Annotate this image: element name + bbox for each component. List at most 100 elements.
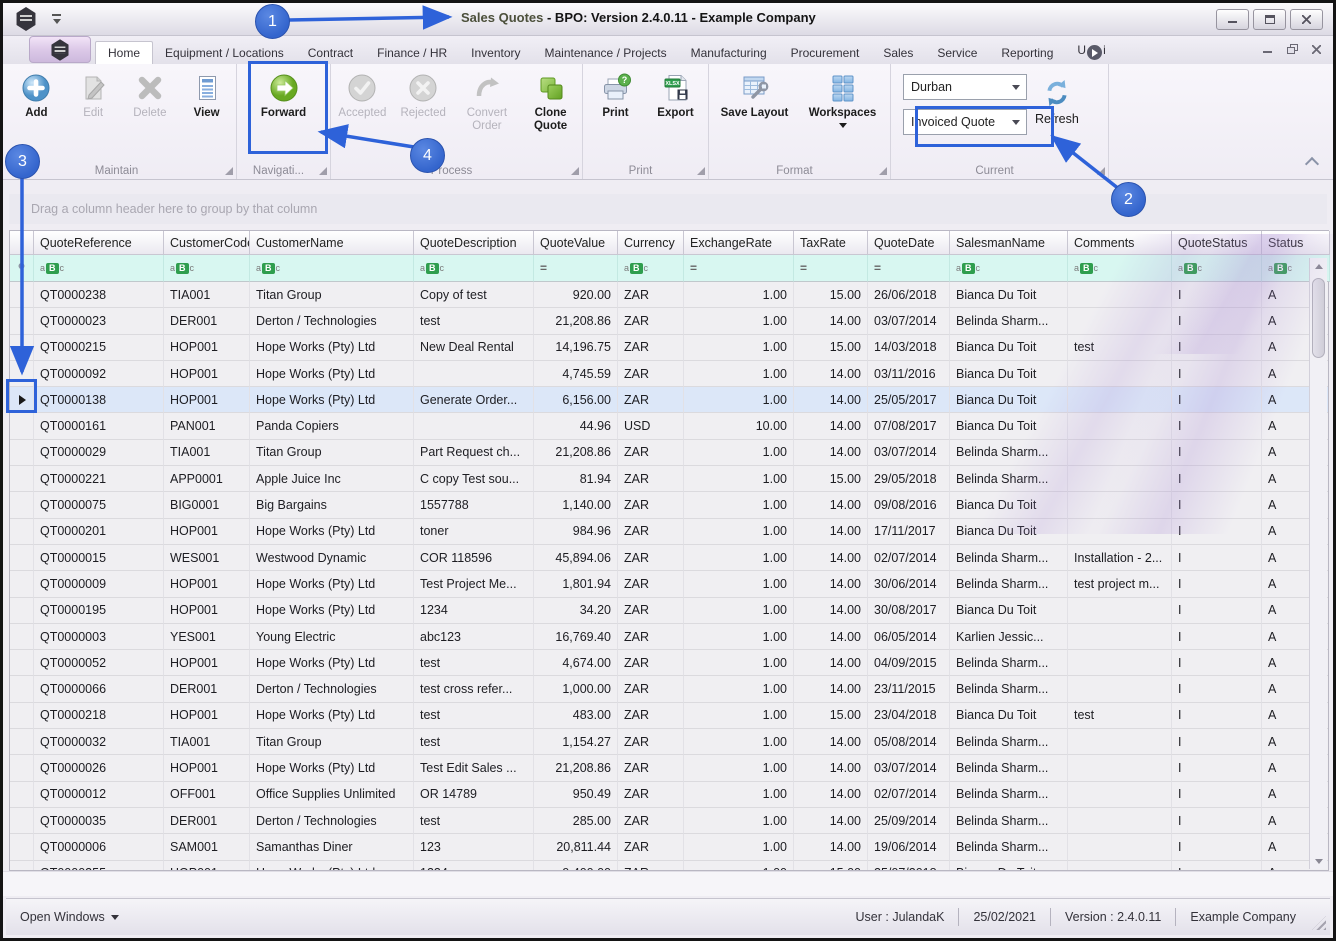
row-indicator-cell[interactable] [10,650,34,677]
grid-cell-QuoteReference[interactable]: QT0000161 [34,413,164,440]
grid-cell-TaxRate[interactable]: 15.00 [794,466,868,493]
grid-cell-SalesmanName[interactable]: Belinda Sharm... [950,466,1068,493]
grid-cell-ExchangeRate[interactable]: 1.00 [684,334,794,361]
grid-cell-QuoteValue[interactable]: 81.94 [534,466,618,493]
grid-cell-SalesmanName[interactable]: Bianca Du Toit [950,387,1068,414]
grid-cell-SalesmanName[interactable]: Bianca Du Toit [950,702,1068,730]
grid-cell-Comments[interactable] [1068,781,1172,808]
grid-cell-QuoteValue[interactable]: 1,154.27 [534,729,618,756]
grid-cell-QuoteStatus[interactable]: I [1172,360,1262,388]
grid-cell-CustomerCode[interactable]: SAM001 [164,834,250,861]
grid-cell-QuoteDescription[interactable]: Test Edit Sales ... [414,755,534,782]
table-row[interactable]: QT0000012 OFF001 Office Supplies Unlimited… [10,781,1328,808]
row-indicator-cell[interactable] [10,439,34,467]
grid-cell-CustomerName[interactable]: Panda Copiers [250,413,414,440]
grid-cell-QuoteDate[interactable]: 05/08/2014 [868,729,950,756]
grid-cell-QuoteReference[interactable]: QT0000195 [34,597,164,624]
tab-finance-hr[interactable]: Finance / HR [365,41,459,64]
row-indicator-cell[interactable] [10,334,34,361]
grid-cell-SalesmanName[interactable]: Bianca Du Toit [950,413,1068,440]
grid-cell-Currency[interactable]: ZAR [618,623,684,651]
grid-cell-TaxRate[interactable]: 15.00 [794,702,868,730]
ribbon-restore-button[interactable] [1287,44,1298,54]
tab-maintenance-projects[interactable]: Maintenance / Projects [533,41,679,64]
grid-cell-Comments[interactable] [1068,282,1172,309]
table-row[interactable]: QT0000035 DER001 Derton / Technologies test… [10,807,1328,835]
grid-cell-QuoteDate[interactable]: 14/03/2018 [868,334,950,361]
grid-cell-QuoteDescription[interactable]: test [414,702,534,730]
grid-cell-QuoteValue[interactable]: 1,801.94 [534,571,618,598]
grid-cell-Currency[interactable]: ZAR [618,492,684,519]
row-indicator-cell[interactable] [10,676,34,703]
column-header-CustomerCode[interactable]: CustomerCode [164,231,250,255]
grid-cell-SalesmanName[interactable]: Belinda Sharm... [950,650,1068,677]
grid-cell-Comments[interactable] [1068,650,1172,677]
table-row[interactable]: QT0000092 HOP001 Hope Works (Pty) Ltd 4,745… [10,360,1328,388]
refresh-button[interactable]: Refresh [1035,74,1079,135]
grid-cell-QuoteStatus[interactable]: I [1172,334,1262,361]
grid-cell-QuoteDescription[interactable]: 1234 [414,597,534,624]
grid-cell-SalesmanName[interactable]: Bianca Du Toit [950,597,1068,624]
grid-cell-CustomerCode[interactable]: APP0001 [164,466,250,493]
grid-cell-CustomerCode[interactable]: HOP001 [164,387,250,414]
grid-cell-QuoteValue[interactable]: 950.49 [534,781,618,808]
grid-cell-Comments[interactable] [1068,360,1172,388]
grid-cell-ExchangeRate[interactable]: 1.00 [684,571,794,598]
tab-utilities[interactable]: Ui [1065,38,1117,65]
grid-cell-CustomerName[interactable]: Hope Works (Pty) Ltd [250,755,414,782]
grid-cell-CustomerCode[interactable]: HOP001 [164,650,250,677]
grid-cell-QuoteReference[interactable]: QT0000029 [34,439,164,467]
column-header-QuoteReference[interactable]: QuoteReference [34,231,164,255]
grid-cell-QuoteValue[interactable]: 16,769.40 [534,623,618,651]
bpo-app-icon[interactable] [16,7,36,31]
grid-cell-Comments[interactable] [1068,308,1172,335]
chevron-down-icon[interactable] [1007,112,1024,132]
grid-cell-Comments[interactable] [1068,729,1172,756]
grid-cell-QuoteStatus[interactable]: I [1172,466,1262,493]
grid-cell-Currency[interactable]: ZAR [618,439,684,467]
grid-cell-CustomerName[interactable]: Hope Works (Pty) Ltd [250,518,414,545]
grid-cell-QuoteReference[interactable]: QT0000255 [34,860,164,870]
row-indicator-cell[interactable] [10,308,34,335]
grid-cell-SalesmanName[interactable]: Bianca Du Toit [950,860,1068,870]
table-row[interactable]: QT0000255HOP001Hope Works (Pty) Ltd12349… [10,860,1328,870]
vertical-scrollbar[interactable] [1309,258,1327,869]
grid-cell-TaxRate[interactable]: 14.00 [794,387,868,414]
grid-cell-CustomerName[interactable]: Hope Works (Pty) Ltd [250,334,414,361]
grid-cell-QuoteDate[interactable]: 03/07/2014 [868,755,950,782]
grid-cell-QuoteDescription[interactable]: 1234 [414,860,534,870]
grid-cell-QuoteReference[interactable]: QT0000075 [34,492,164,519]
grid-cell-ExchangeRate[interactable]: 1.00 [684,650,794,677]
grid-cell-SalesmanName[interactable]: Belinda Sharm... [950,729,1068,756]
grid-cell-QuoteDate[interactable]: 03/07/2014 [868,439,950,467]
add-button[interactable]: Add [9,68,64,152]
grid-cell-QuoteValue[interactable]: 1,140.00 [534,492,618,519]
grid-cell-Currency[interactable]: ZAR [618,518,684,545]
grid-cell-CustomerCode[interactable]: HOP001 [164,702,250,730]
grid-cell-QuoteDescription[interactable]: Generate Order... [414,387,534,414]
grid-cell-Currency[interactable]: ZAR [618,860,684,870]
grid-cell-CustomerName[interactable]: Samanthas Diner [250,834,414,861]
grid-cell-TaxRate[interactable]: 14.00 [794,492,868,519]
grid-cell-QuoteDescription[interactable]: Part Request ch... [414,439,534,467]
table-row[interactable]: QT0000138 HOP001 Hope Works (Pty) Ltd Gener… [10,387,1328,414]
grid-cell-QuoteValue[interactable]: 4,745.59 [534,360,618,388]
table-row[interactable]: QT0000029 TIA001 Titan Group Part Request c… [10,439,1328,467]
dialog-launcher-icon[interactable] [571,167,579,175]
grid-cell-TaxRate[interactable]: 14.00 [794,755,868,782]
row-indicator-cell[interactable] [10,807,34,835]
grid-cell-Currency[interactable]: ZAR [618,387,684,414]
tab-contract[interactable]: Contract [296,41,365,64]
grid-cell-QuoteStatus[interactable]: I [1172,439,1262,467]
forward-button[interactable]: Forward [249,68,319,152]
grid-cell-ExchangeRate[interactable]: 1.00 [684,834,794,861]
grid-cell-TaxRate[interactable]: 14.00 [794,360,868,388]
grid-cell-TaxRate[interactable]: 14.00 [794,544,868,572]
scrollbar-thumb[interactable] [1312,278,1325,358]
grid-cell-QuoteDate[interactable]: 29/05/2018 [868,466,950,493]
grid-cell-QuoteReference[interactable]: QT0000218 [34,702,164,730]
grid-cell-QuoteDate[interactable]: 25/09/2014 [868,807,950,835]
edit-button[interactable]: Edit [66,68,121,152]
grid-cell-CustomerName[interactable]: Titan Group [250,729,414,756]
grid-cell-QuoteReference[interactable]: QT0000066 [34,676,164,703]
